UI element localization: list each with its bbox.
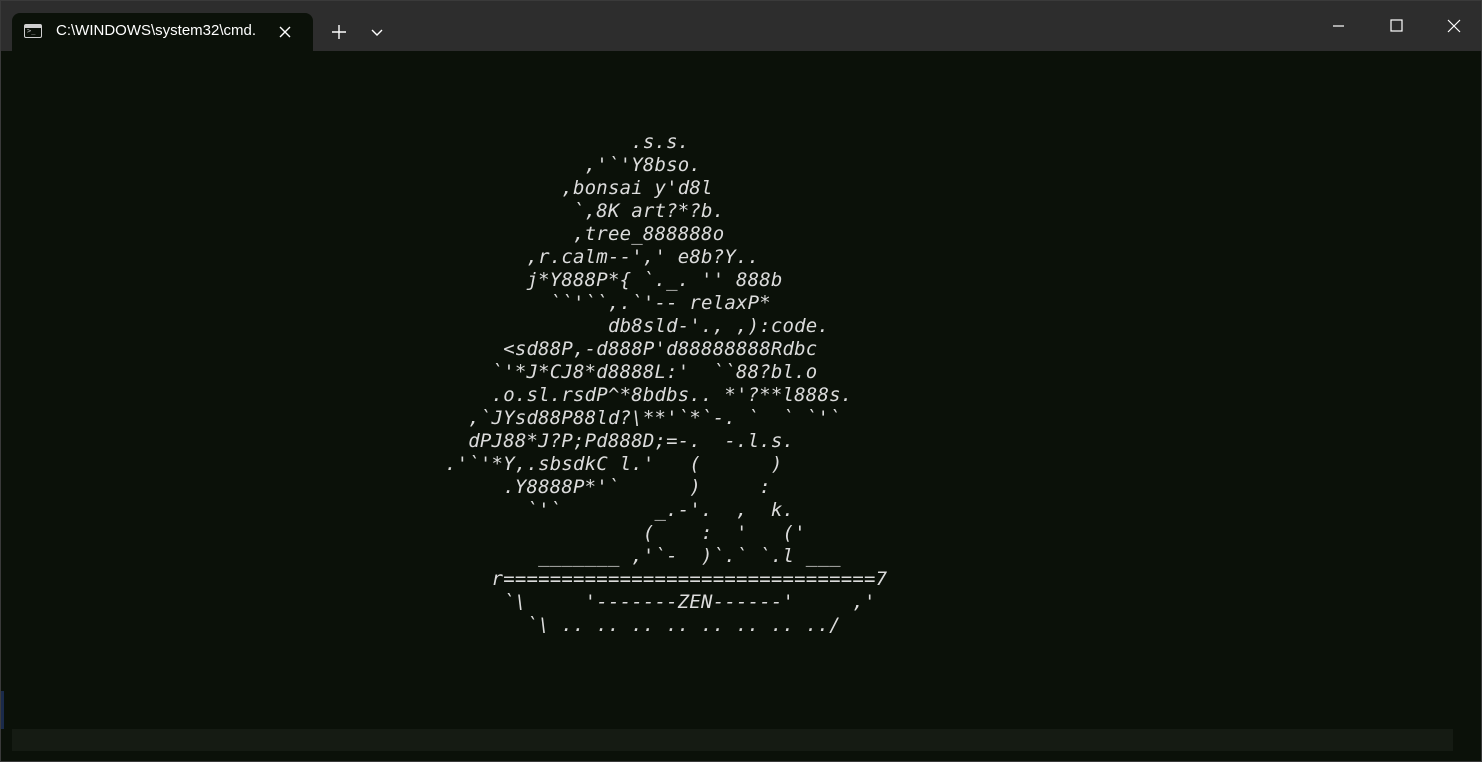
ascii-line: ,`JYsd88P88ld?\**'`*`-. ` ` `'` bbox=[445, 407, 841, 429]
new-tab-button[interactable] bbox=[323, 17, 355, 47]
ascii-line: j*Y888P*{ `._. '' 888b bbox=[445, 269, 783, 291]
tab-dropdown-button[interactable] bbox=[361, 17, 393, 47]
terminal-icon bbox=[24, 24, 42, 38]
ascii-line: .o.sl.rsdP^*8bdbs.. *'?**l888s. bbox=[445, 384, 853, 406]
ascii-line: ``'``,.`'-- relaxP* bbox=[445, 292, 771, 314]
close-tab-button[interactable] bbox=[274, 21, 296, 43]
ascii-line: _______ ,'`- )`.` `.l ___ bbox=[445, 545, 841, 567]
ascii-line: `\ .. .. .. .. .. .. .. ../ bbox=[445, 614, 841, 636]
ascii-line: ,'`'Y8bso. bbox=[445, 154, 702, 176]
minimize-icon bbox=[1333, 25, 1344, 27]
scrollbar[interactable] bbox=[1453, 51, 1481, 761]
plus-icon bbox=[332, 25, 346, 39]
bonsai-ascii-art: .s.s. ,'`'Y8bso. ,bonsai y'd8l `,8K art?… bbox=[445, 131, 887, 637]
tab-cmd[interactable]: C:\WINDOWS\system32\cmd. bbox=[12, 13, 313, 51]
maximize-icon bbox=[1390, 19, 1403, 32]
minimize-button[interactable] bbox=[1309, 1, 1367, 51]
ascii-line: .'`'*Y,.sbsdkC l.' ( ) bbox=[445, 453, 783, 475]
ascii-line: db8sld-'., ,):code. bbox=[445, 315, 830, 337]
maximize-button[interactable] bbox=[1367, 1, 1425, 51]
command-line-area[interactable] bbox=[12, 729, 1453, 751]
ascii-line: dPJ88*J?P;Pd888D;=-. -.l.s. bbox=[445, 430, 795, 452]
chevron-down-icon bbox=[371, 29, 383, 36]
ascii-line: ,tree_888888o bbox=[445, 223, 725, 245]
ascii-line: ,bonsai y'd8l bbox=[445, 177, 713, 199]
close-icon bbox=[279, 26, 291, 38]
ascii-line: `\ '-------ZEN------' ,' bbox=[445, 591, 876, 613]
ascii-line: .s.s. bbox=[445, 131, 690, 153]
ascii-line: `'` _.-'. , k. bbox=[445, 499, 795, 521]
close-window-button[interactable] bbox=[1425, 1, 1482, 51]
ascii-line: .Y8888P*'` ) : bbox=[445, 476, 771, 498]
ascii-line: r================================7 bbox=[445, 568, 888, 590]
terminal-window: C:\WINDOWS\system32\cmd. bbox=[0, 0, 1482, 762]
ascii-line: `'*J*CJ8*d8888L:' ``88?bl.o bbox=[445, 361, 818, 383]
ascii-line: ( : ' (' bbox=[445, 522, 806, 544]
ascii-line: `,8K art?*?b. bbox=[445, 200, 725, 222]
ascii-line: ,r.calm--',' e8b?Y.. bbox=[445, 246, 760, 268]
title-bar: C:\WINDOWS\system32\cmd. bbox=[1, 1, 1481, 51]
scroll-mark bbox=[1, 691, 4, 729]
ascii-line: <sd88P,-d888P'd88888888Rdbc bbox=[445, 338, 818, 360]
tab-title: C:\WINDOWS\system32\cmd. bbox=[56, 22, 257, 39]
close-icon bbox=[1447, 19, 1461, 33]
